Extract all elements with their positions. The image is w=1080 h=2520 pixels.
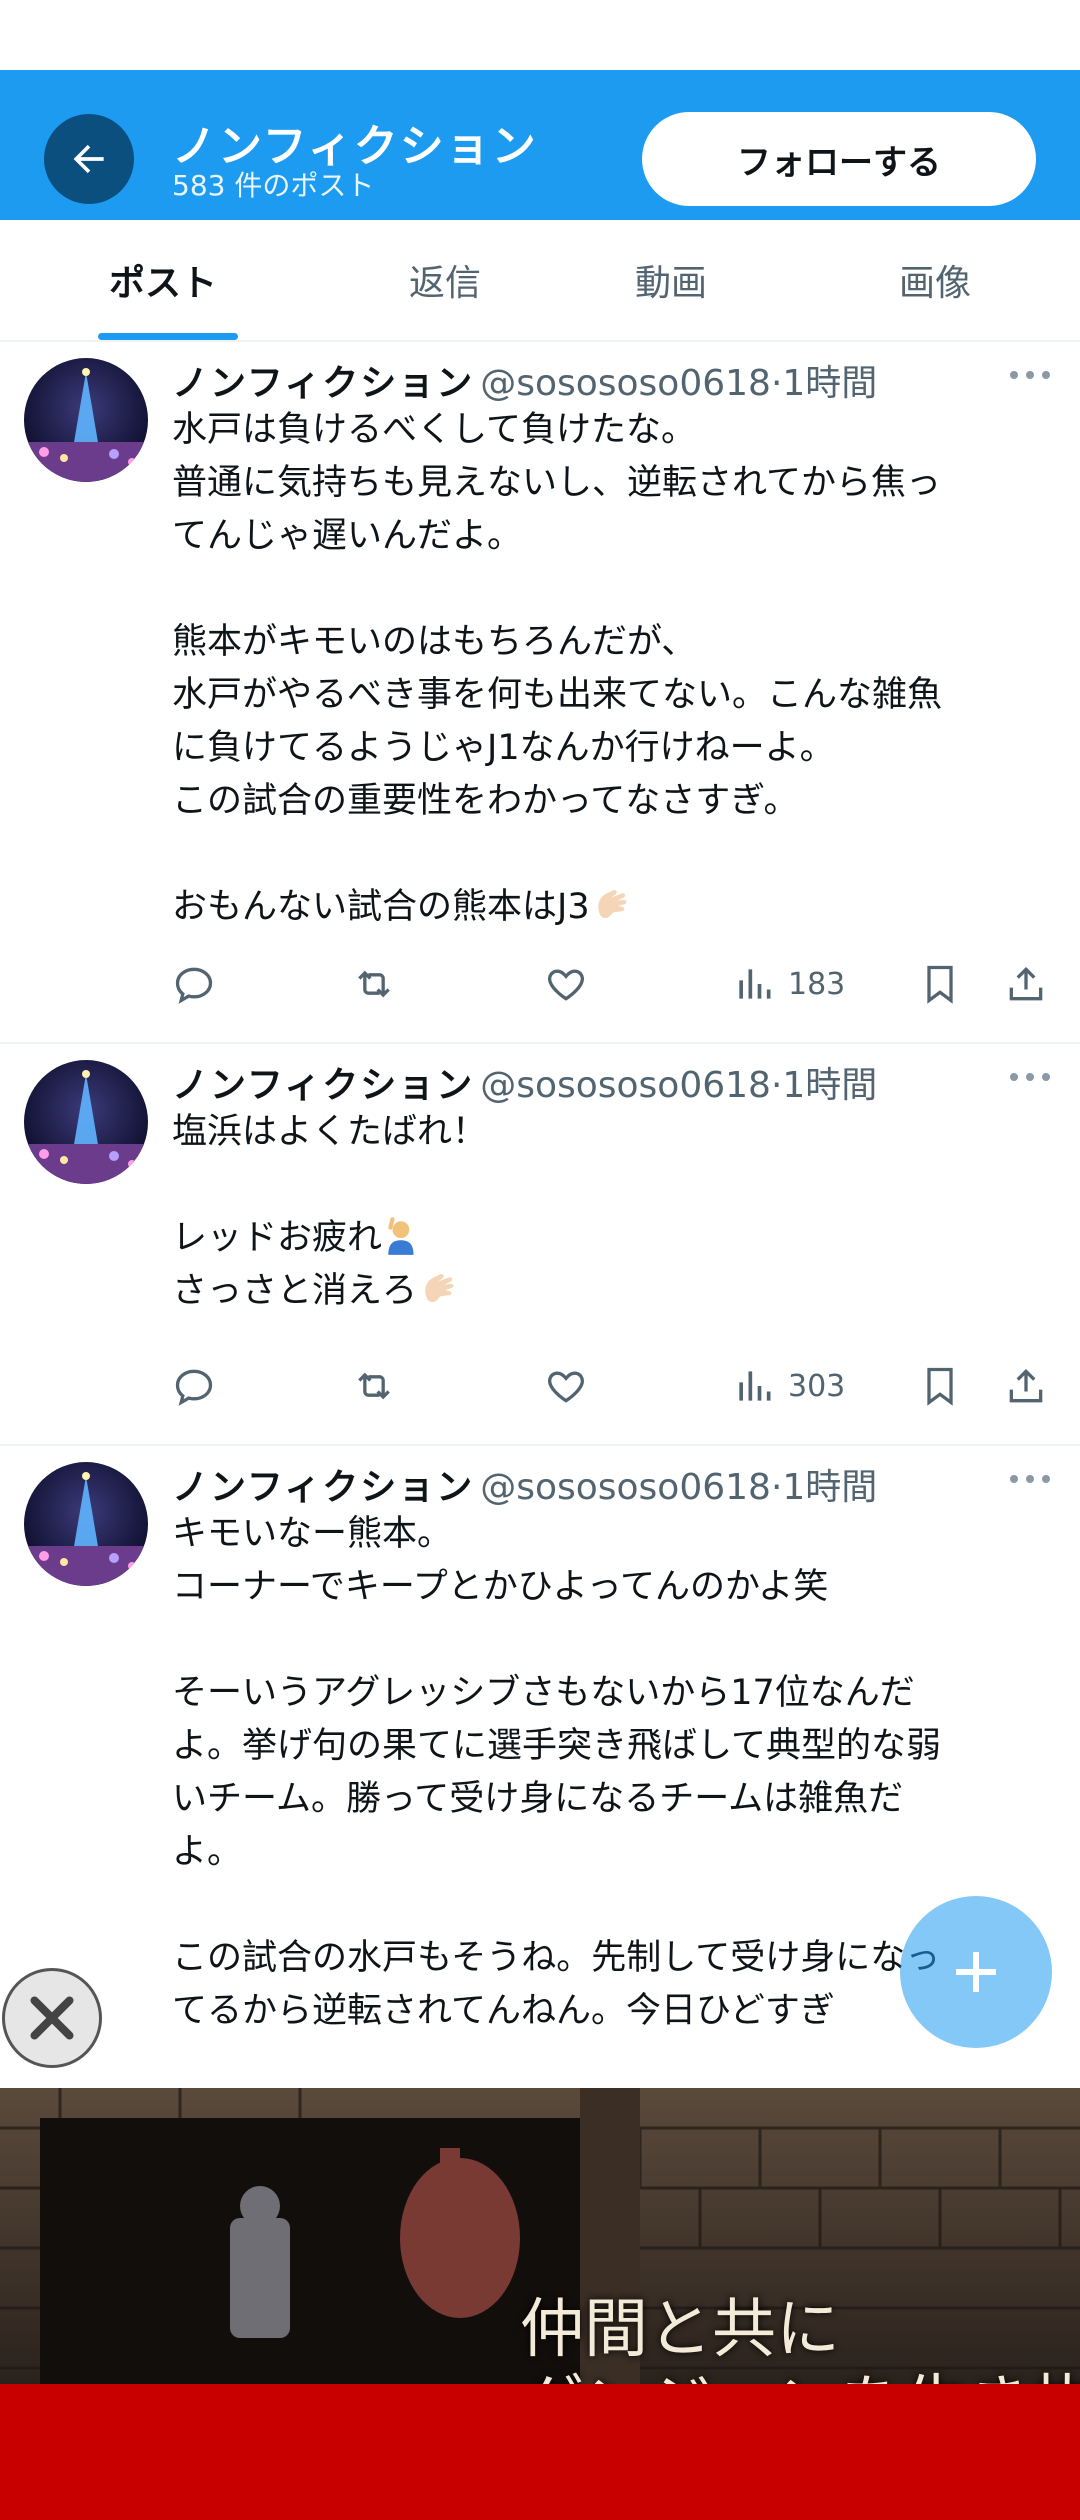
views-button[interactable]: 303 [732,1356,845,1416]
active-tab-indicator [98,333,238,340]
heart-icon [548,1371,584,1403]
post-actions: 183 [172,954,1052,1014]
tab-images[interactable]: 画像 [830,220,1040,340]
back-button[interactable] [44,114,134,204]
ad-banner[interactable]: 仲間と共に ダンジョンを生き抜け [0,2088,1080,2384]
post-line: コーナーでキープとかひよってんのかよ笑 [172,1567,829,1607]
post-line: 塩浜はよくたばれ！ [172,1112,488,1152]
share-button[interactable] [1004,1356,1048,1416]
more-options-icon[interactable] [1008,360,1052,390]
post-count: 583 件のポスト [172,169,375,202]
post-actions: 303 [172,1356,1052,1416]
close-ad-button[interactable] [2,1968,102,2068]
author-handle[interactable]: @sosososo0618 [480,1065,771,1106]
waving-hand-emoji-icon [597,890,627,919]
views-button[interactable]: 183 [732,954,845,1014]
post-time: ·1時間 [770,1065,878,1106]
post-line: よ。 [172,1832,243,1872]
author-name[interactable]: ノンフィクション [172,1467,474,1508]
profile-header: ノンフィクション 583 件のポスト フォローする [0,70,1080,220]
post-line: 普通に気持ちも見えないし、逆転されてから焦っ [172,463,941,503]
repost-button[interactable] [352,1356,396,1416]
bookmark-icon [927,1367,953,1406]
post-line: おもんない試合の熊本はJ3 [172,887,590,927]
profile-tabs: ポスト 返信 動画 画像 [0,220,1080,342]
like-button[interactable] [544,954,588,1014]
more-options-icon[interactable] [1008,1464,1052,1494]
post-line: に負けてるようじゃJ1なんか行けねーよ。 [172,728,835,768]
share-icon [1009,1368,1043,1403]
avatar[interactable] [24,1060,148,1184]
author-name[interactable]: ノンフィクション [172,1065,474,1106]
post-line: 水戸は負けるべくして負けたな。 [172,410,696,450]
post-line: この試合の重要性をわかってなさすぎ。 [172,781,799,821]
reply-button[interactable] [172,954,216,1014]
bar-chart-icon [739,969,771,999]
tab-posts[interactable]: ポスト [48,220,278,340]
follow-button[interactable]: フォローする [642,112,1036,206]
view-count: 183 [788,966,846,1002]
author-handle[interactable]: @sosososo0618 [480,363,771,404]
post-line-with-emoji: さっさと消えろ [172,1265,1052,1318]
post-line-blank [172,563,1052,616]
reply-icon [175,1369,213,1406]
arrow-left-icon [73,144,104,174]
bottom-ad-bar [0,2384,1080,2520]
share-icon [1009,966,1043,1001]
tab-replies[interactable]: 返信 [340,220,550,340]
bookmark-button[interactable] [918,1356,962,1416]
like-button[interactable] [544,1356,588,1416]
post-item[interactable]: ノンフィクション @sosososo0618·1時間 水戸は負けるべくして負けたな… [0,342,1080,1044]
author-handle[interactable]: @sosososo0618 [480,1467,771,1508]
view-count: 303 [788,1368,846,1404]
post-line: レッドお疲れ [172,1218,383,1258]
post-text: 水戸は負けるべくして負けたな。 普通に気持ちも見えないし、逆転されてから焦っ て… [172,404,1052,934]
bookmark-button[interactable] [918,954,962,1014]
post-line-blank [172,1614,1052,1667]
post-time: ·1時間 [770,1467,878,1508]
tab-videos[interactable]: 動画 [566,220,776,340]
person-raising-hand-emoji-icon [388,1217,414,1255]
post-line: よ。挙げ句の果てに選手突き飛ばして典型的な弱 [172,1726,941,1766]
reply-icon [175,967,213,1004]
repost-button[interactable] [352,954,396,1014]
more-options-icon[interactable] [1008,1062,1052,1092]
plus-icon [956,1952,996,1992]
avatar[interactable] [24,1462,148,1586]
post-line-with-emoji: レッドお疲れ [172,1212,1052,1265]
post-line-with-emoji: おもんない試合の熊本はJ3 [172,881,1052,934]
bookmark-icon [927,965,953,1004]
repost-icon [358,970,390,998]
author-name[interactable]: ノンフィクション [172,363,474,404]
post-line: そーいうアグレッシブさもないから17位なんだ [172,1673,915,1713]
post-line-blank [172,1159,1052,1212]
compose-button[interactable] [900,1896,1052,2048]
post-line: 熊本がキモいのはもちろんだが、 [172,622,697,662]
heart-icon [548,969,584,1001]
ad-subline: ダンジョンを生き抜け [520,2354,1080,2384]
status-bar [0,0,1080,70]
post-line: てんじゃ遅いんだよ。 [172,516,523,556]
repost-icon [358,1372,390,1400]
close-icon [30,1996,74,2040]
post-line: 水戸がやるべき事を何も出来てない。こんな雑魚 [172,675,943,715]
post-item[interactable]: ノンフィクション @sosososo0618·1時間 塩浜はよくたばれ！ レッドお… [0,1044,1080,1446]
post-line: さっさと消えろ [172,1271,418,1311]
post-line: いチーム。勝って受け身になるチームは雑魚だ [172,1779,904,1819]
avatar[interactable] [24,358,148,482]
share-button[interactable] [1004,954,1048,1014]
bar-chart-icon [739,1371,771,1401]
waving-hand-emoji-icon [425,1274,454,1303]
post-line-blank [172,828,1052,881]
reply-button[interactable] [172,1356,216,1416]
post-text: 塩浜はよくたばれ！ レッドお疲れ さっさと消えろ [172,1106,1052,1318]
post-time: ·1時間 [770,363,878,404]
post-line: キモいなー熊本。 [172,1514,453,1554]
